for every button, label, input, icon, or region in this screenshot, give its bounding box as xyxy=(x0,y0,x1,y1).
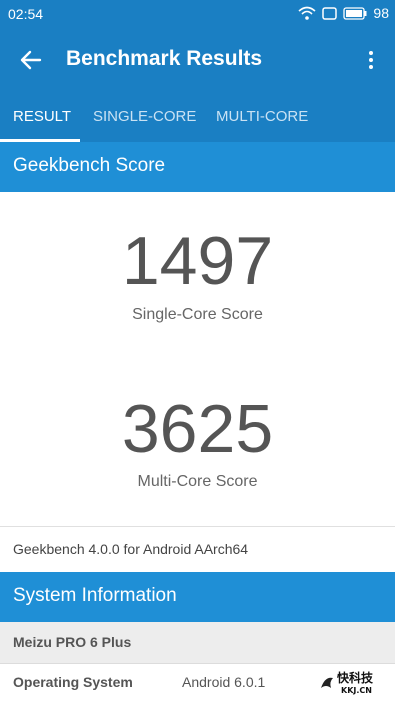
more-vert-icon xyxy=(369,51,373,55)
tab-bar: RESULT SINGLE-CORE MULTI-CORE xyxy=(0,92,395,142)
wifi-icon xyxy=(298,6,316,20)
system-information-header: System Information xyxy=(0,572,395,622)
status-time: 02:54 xyxy=(8,6,44,22)
geekbench-score-header: Geekbench Score xyxy=(0,142,395,192)
svg-text:快科技: 快科技 xyxy=(337,670,374,685)
battery-icon xyxy=(343,6,367,20)
status-icons: 98 xyxy=(298,5,389,21)
app-bar: Benchmark Results xyxy=(0,28,395,92)
page-title: Benchmark Results xyxy=(66,47,263,70)
tab-single-core[interactable]: SINGLE-CORE xyxy=(93,108,196,125)
kkj-watermark-logo: 快科技 KKJ.CN xyxy=(321,670,374,695)
screen-icon xyxy=(322,6,338,20)
device-name: Meizu PRO 6 Plus xyxy=(13,634,132,650)
single-core-score-label: Single-Core Score xyxy=(132,306,263,323)
svg-text:KKJ.CN: KKJ.CN xyxy=(341,686,372,695)
geekbench-version: Geekbench 4.0.0 for Android AArch64 xyxy=(13,541,249,557)
multi-core-score-label: Multi-Core Score xyxy=(137,473,258,490)
info-key: Operating System xyxy=(13,674,133,690)
tab-result[interactable]: RESULT xyxy=(13,108,71,125)
device-row: Meizu PRO 6 Plus xyxy=(0,622,395,664)
info-value: Android 6.0.1 xyxy=(182,674,266,690)
score-card: 1497 Single-Core Score 3625 Multi-Core S… xyxy=(0,192,395,526)
status-bar: 02:54 98 xyxy=(0,0,395,28)
back-button[interactable] xyxy=(16,46,46,74)
battery-level: 98 xyxy=(373,5,389,21)
overflow-menu-button[interactable] xyxy=(359,48,383,72)
arrow-back-icon xyxy=(20,50,42,70)
version-row: Geekbench 4.0.0 for Android AArch64 xyxy=(0,526,395,572)
tab-multi-core[interactable]: MULTI-CORE xyxy=(216,108,308,125)
single-core-score-value: 1497 xyxy=(121,223,274,299)
multi-core-score-value: 3625 xyxy=(121,391,274,467)
